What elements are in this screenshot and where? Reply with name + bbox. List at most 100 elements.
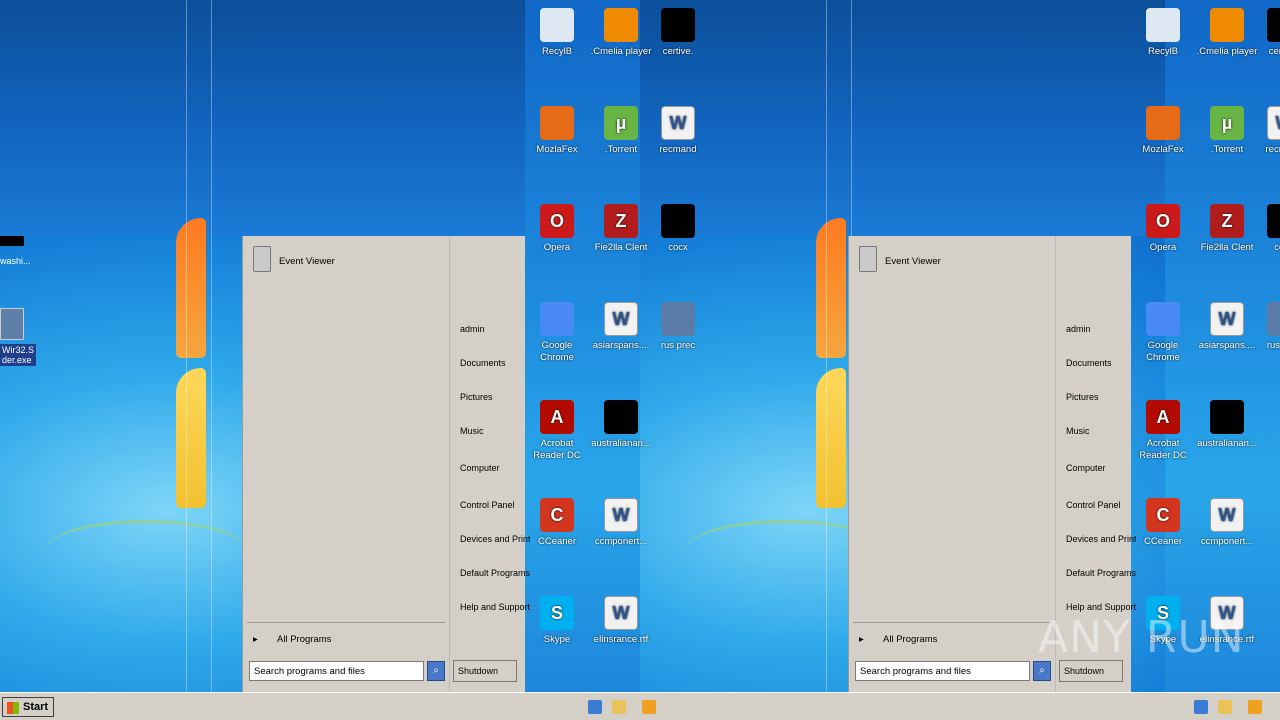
menu-item-pictures[interactable]: Pictures <box>460 392 530 402</box>
app-icon: W <box>604 302 638 336</box>
desktop-icon[interactable]: MozlaFex <box>524 106 590 156</box>
app-icon <box>1210 8 1244 42</box>
desktop-icon-label: RecylB <box>1147 46 1179 57</box>
menu-item-default-programs[interactable]: Default Programs <box>460 568 530 578</box>
desktop-icon[interactable]: Google Chrome <box>524 302 590 364</box>
all-programs-link[interactable]: All Programs <box>277 634 331 645</box>
start-menu-programs-pane: Event Viewer ▸ All Programs <box>849 236 1055 656</box>
app-icon: C <box>1146 498 1180 532</box>
desktop-icon[interactable]: cocx <box>645 204 711 254</box>
desktop-icon[interactable]: rus prec <box>645 302 711 352</box>
event-viewer-icon <box>253 246 271 272</box>
desktop-icon[interactable]: Wrecmand <box>645 106 711 156</box>
menu-item-devices-printers[interactable]: Devices and Printers <box>1066 534 1136 544</box>
desktop-icon[interactable]: Wccmponert... <box>1194 498 1260 548</box>
desktop-icon[interactable]: Wrecmand <box>1251 106 1280 156</box>
windows-logo <box>176 218 236 518</box>
media-player-icon[interactable] <box>642 700 656 714</box>
desktop-icon-label: certive. <box>662 46 694 57</box>
desktop-icon[interactable]: RecylB <box>524 8 590 58</box>
app-icon: µ <box>1210 106 1244 140</box>
desktop-icon-label: RecylB <box>541 46 573 57</box>
desktop-icon-label: Skype <box>543 634 571 645</box>
menu-item-documents[interactable]: Documents <box>460 358 530 368</box>
render-artifact-line <box>186 0 187 692</box>
app-icon: W <box>1210 302 1244 336</box>
desktop-icon[interactable]: australianan... <box>1194 400 1260 450</box>
menu-item-computer[interactable]: Computer <box>1066 463 1136 473</box>
menu-item-pictures[interactable]: Pictures <box>1066 392 1136 402</box>
desktop-icon-label: ccmponert... <box>594 536 648 547</box>
desktop-icon-stub[interactable]: Wir32.S der.exe <box>0 308 37 366</box>
desktop-icon-label: australianan... <box>591 438 651 449</box>
ie-icon[interactable] <box>1194 700 1208 714</box>
folder-icon[interactable] <box>1218 700 1232 714</box>
menu-item-computer[interactable]: Computer <box>460 463 530 473</box>
app-icon: O <box>1146 204 1180 238</box>
app-icon: µ <box>604 106 638 140</box>
event-viewer-icon <box>859 246 877 272</box>
desktop-icon[interactable]: certive. <box>645 8 711 58</box>
desktop-icon[interactable]: A Acrobat Reader DC <box>524 400 590 462</box>
search-input[interactable]: Search programs and files <box>249 661 424 681</box>
app-icon <box>661 204 695 238</box>
desktop-icon[interactable]: A Acrobat Reader DC <box>1130 400 1196 462</box>
app-icon <box>1267 8 1280 42</box>
search-icon[interactable]: ⌕ <box>1033 661 1051 681</box>
menu-item-user[interactable]: admin <box>460 324 530 334</box>
menu-separator <box>853 622 1051 623</box>
desktop-icon[interactable]: C CCeaner <box>1130 498 1196 548</box>
media-player-icon[interactable] <box>1248 700 1262 714</box>
app-icon <box>540 8 574 42</box>
desktop-icon[interactable]: Wccmponert... <box>588 498 654 548</box>
desktop-icon[interactable]: certive. <box>1251 8 1280 58</box>
desktop-icon-label: recmand <box>1265 144 1280 155</box>
desktop-icon-label: rus prec <box>660 340 696 351</box>
menu-item-default-programs[interactable]: Default Programs <box>1066 568 1136 578</box>
shutdown-button[interactable]: Shutdown <box>1059 660 1123 682</box>
menu-item-devices-printers[interactable]: Devices and Printers <box>460 534 530 544</box>
start-button[interactable]: Start <box>2 697 54 717</box>
app-icon: W <box>1210 498 1244 532</box>
taskbar: Start <box>0 692 1280 720</box>
ie-icon[interactable] <box>588 700 602 714</box>
menu-item-control-panel[interactable]: Control Panel <box>1066 500 1136 510</box>
menu-item-music[interactable]: Music <box>460 426 530 436</box>
menu-item-help-support[interactable]: Help and Support <box>1066 602 1136 612</box>
menu-item-help-support[interactable]: Help and Support <box>460 602 530 612</box>
menu-item-music[interactable]: Music <box>1066 426 1136 436</box>
all-programs-link[interactable]: All Programs <box>883 634 937 645</box>
shutdown-button[interactable]: Shutdown <box>453 660 517 682</box>
desktop-icon[interactable]: Welinsrance.rtf <box>588 596 654 646</box>
menu-item-user[interactable]: admin <box>1066 324 1136 334</box>
desktop-icon[interactable]: RecylB <box>1130 8 1196 58</box>
desktop-icon[interactable]: rus prec <box>1251 302 1280 352</box>
app-icon <box>1267 204 1280 238</box>
app-icon <box>1210 400 1244 434</box>
app-icon: W <box>661 106 695 140</box>
desktop-icon[interactable]: Google Chrome <box>1130 302 1196 364</box>
desktop-icon[interactable]: S Skype <box>524 596 590 646</box>
pinned-event-viewer[interactable]: Event Viewer <box>885 256 941 267</box>
desktop-icon-label: australianan... <box>1197 438 1257 449</box>
app-icon <box>661 8 695 42</box>
search-input[interactable]: Search programs and files <box>855 661 1030 681</box>
desktop-icon-label: ccmponert... <box>1200 536 1254 547</box>
desktop-icon-label: CCeaner <box>1143 536 1183 547</box>
desktop-icon-stub[interactable]: washi... <box>0 236 31 266</box>
pinned-event-viewer[interactable]: Event Viewer <box>279 256 335 267</box>
desktop-icon-label: recmand <box>659 144 697 155</box>
desktop-icon[interactable]: australianan... <box>588 400 654 450</box>
desktop-icon[interactable]: MozlaFex <box>1130 106 1196 156</box>
desktop-icon[interactable]: O Opera <box>524 204 590 254</box>
menu-item-documents[interactable]: Documents <box>1066 358 1136 368</box>
search-icon[interactable]: ⌕ <box>427 661 445 681</box>
stub-icon <box>0 236 24 246</box>
desktop-icon[interactable]: C CCeaner <box>524 498 590 548</box>
app-icon: W <box>604 498 638 532</box>
desktop-icon[interactable]: cocx <box>1251 204 1280 254</box>
desktop-icon[interactable]: O Opera <box>1130 204 1196 254</box>
menu-item-control-panel[interactable]: Control Panel <box>460 500 530 510</box>
desktop-icon-label: cocx <box>1274 242 1280 253</box>
folder-icon[interactable] <box>612 700 626 714</box>
